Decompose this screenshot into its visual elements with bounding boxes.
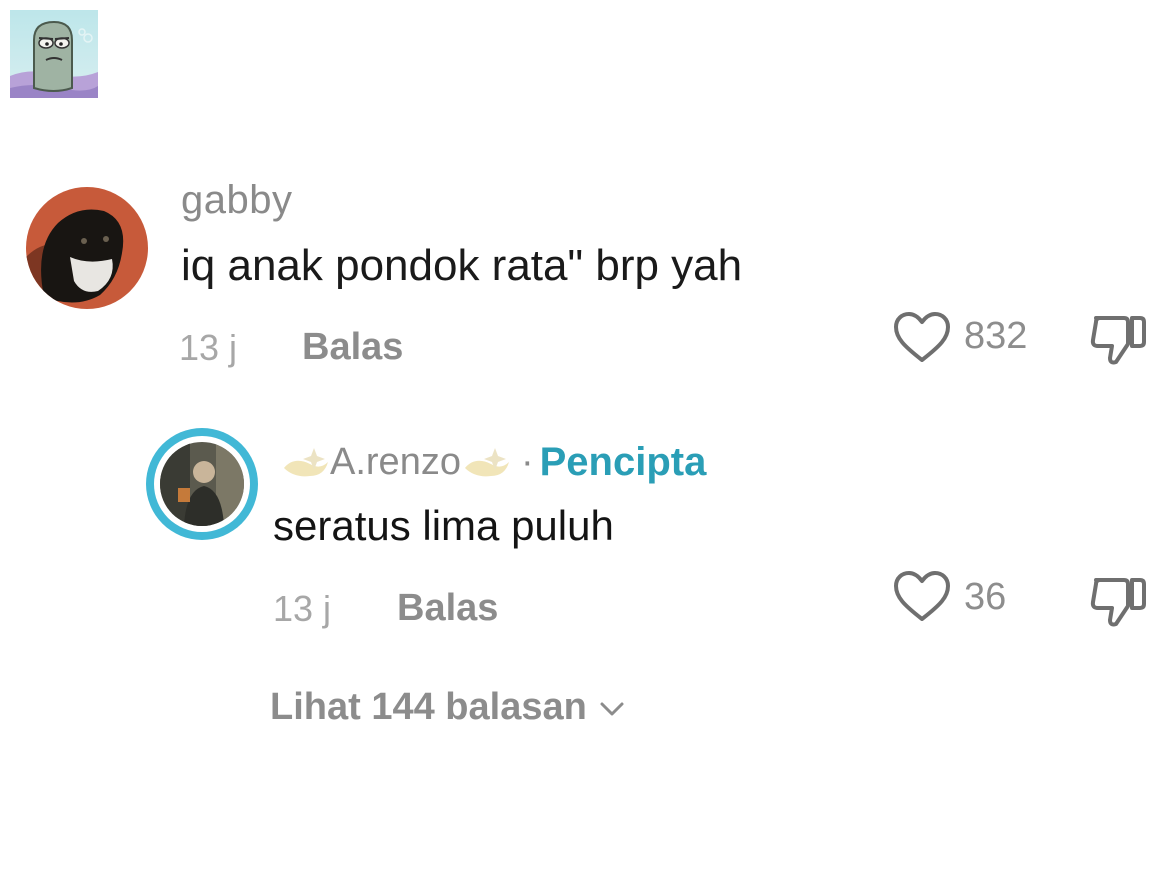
like-heart-icon[interactable] (892, 567, 952, 627)
like-count: 832 (964, 315, 1028, 357)
like-heart-icon[interactable] (892, 308, 952, 368)
view-replies-label: Lihat 144 balasan (270, 686, 587, 728)
sparkle-decoration-icon (280, 442, 330, 482)
fish-sticker-image (10, 10, 98, 98)
reply-username[interactable]: A.renzo (330, 438, 461, 486)
cat-avatar[interactable] (26, 187, 148, 309)
dislike-icon[interactable] (1086, 308, 1148, 368)
chevron-down-icon (597, 694, 627, 724)
separator-dot: · (520, 441, 534, 483)
comment-text: iq anak pondok rata" brp yah (181, 241, 743, 290)
person-avatar[interactable] (160, 442, 244, 526)
reply-button[interactable]: Balas (302, 324, 403, 370)
reply-button[interactable]: Balas (397, 585, 498, 631)
sparkle-decoration-icon (461, 442, 511, 482)
dislike-icon[interactable] (1086, 570, 1148, 630)
comment-username[interactable]: gabby (181, 176, 292, 224)
reply-header: A.renzo · Pencipta (280, 436, 706, 488)
comment-timestamp: 13 j (179, 327, 238, 368)
reply-timestamp: 13 j (273, 588, 332, 629)
reply-text: seratus lima puluh (273, 502, 614, 549)
like-count: 36 (964, 576, 1007, 618)
view-replies-button[interactable]: Lihat 144 balasan (270, 682, 627, 732)
creator-badge: Pencipta (539, 440, 707, 484)
